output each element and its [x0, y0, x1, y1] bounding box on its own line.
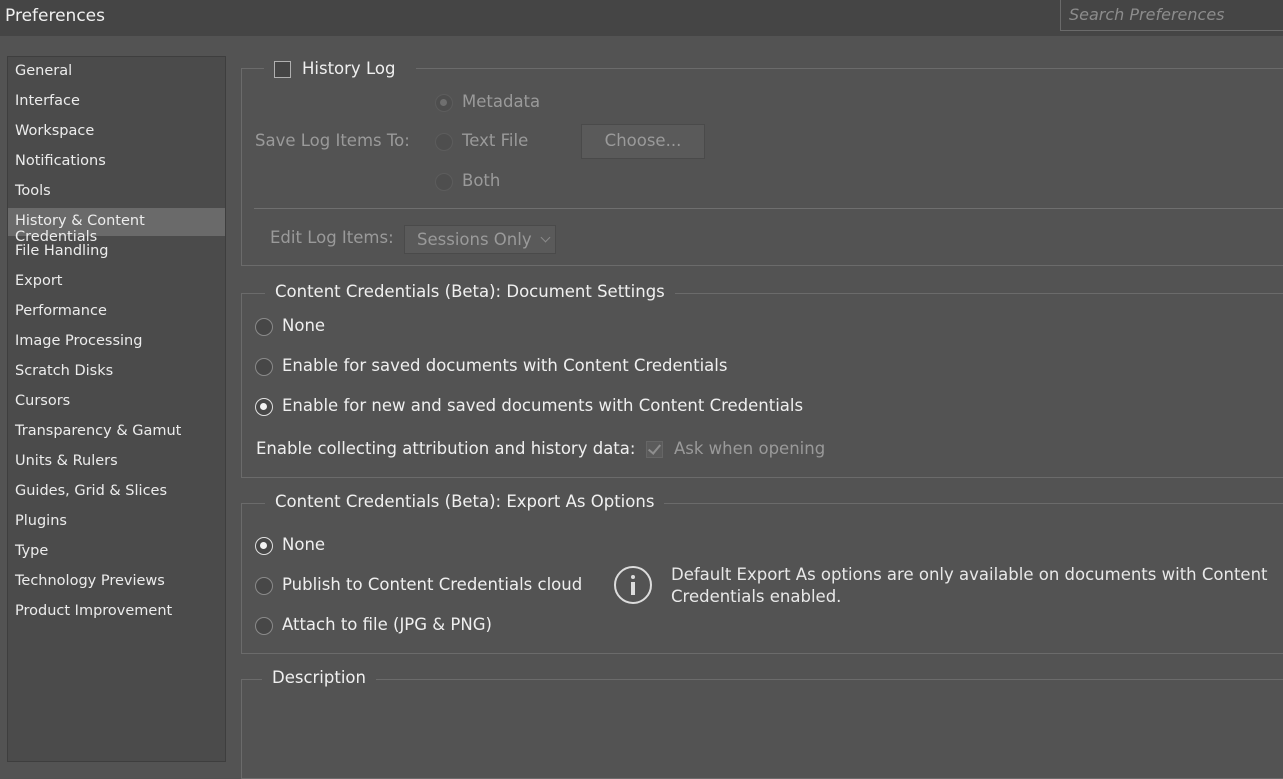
description-group [241, 679, 1283, 779]
sidebar-item-image-processing[interactable]: Image Processing [8, 328, 225, 356]
sidebar-item-performance[interactable]: Performance [8, 298, 225, 326]
export-info-line-1: Default Export As options are only avail… [671, 565, 1268, 584]
edit-log-items-value: Sessions Only [417, 230, 532, 249]
doc-none-radio[interactable] [255, 318, 273, 336]
sidebar-item-history-content-credentials[interactable]: History & Content Credentials [8, 208, 225, 245]
sidebar-item-plugins[interactable]: Plugins [8, 508, 225, 536]
sidebar: General Interface Workspace Notification… [7, 56, 226, 762]
sidebar-item-workspace[interactable]: Workspace [8, 118, 225, 146]
doc-none-label: None [282, 316, 326, 335]
sidebar-item-guides-grid-slices[interactable]: Guides, Grid & Slices [8, 478, 225, 506]
ask-when-opening-checkbox[interactable] [646, 441, 663, 458]
export-attach-file-radio[interactable] [255, 617, 273, 635]
history-log-checkbox[interactable] [274, 61, 291, 78]
text-file-radio[interactable] [435, 133, 453, 151]
choose-button[interactable]: Choose... [581, 124, 705, 159]
text-file-label: Text File [462, 131, 529, 150]
sidebar-item-cursors[interactable]: Cursors [8, 388, 225, 416]
ask-when-opening-label: Ask when opening [674, 439, 826, 458]
sidebar-item-tools[interactable]: Tools [8, 178, 225, 206]
export-options-legend: Content Credentials (Beta): Export As Op… [265, 492, 665, 511]
export-none-label: None [282, 535, 326, 554]
history-divider [254, 208, 1283, 209]
sidebar-item-transparency-gamut[interactable]: Transparency & Gamut [8, 418, 225, 446]
sidebar-item-product-improvement[interactable]: Product Improvement [8, 598, 225, 626]
metadata-radio[interactable] [435, 94, 453, 112]
sidebar-item-units-rulers[interactable]: Units & Rulers [8, 448, 225, 476]
description-legend: Description [262, 668, 376, 687]
export-info-text: Default Export As options are only avail… [671, 564, 1271, 608]
export-attach-file-label: Attach to file (JPG & PNG) [282, 615, 492, 634]
doc-enable-new-saved-radio[interactable] [255, 398, 273, 416]
sidebar-item-technology-previews[interactable]: Technology Previews [8, 568, 225, 596]
doc-enable-saved-radio[interactable] [255, 358, 273, 376]
search-input[interactable]: Search Preferences [1060, 0, 1283, 31]
sidebar-item-type[interactable]: Type [8, 538, 225, 566]
sidebar-item-scratch-disks[interactable]: Scratch Disks [8, 358, 225, 386]
export-publish-cloud-label: Publish to Content Credentials cloud [282, 575, 583, 594]
both-radio[interactable] [435, 173, 453, 191]
collect-attribution-label: Enable collecting attribution and histor… [256, 439, 636, 458]
both-label: Both [462, 171, 501, 190]
document-settings-legend: Content Credentials (Beta): Document Set… [265, 282, 675, 301]
export-info-line-2: Credentials enabled. [671, 587, 842, 606]
window-title: Preferences [5, 6, 105, 26]
save-log-items-label: Save Log Items To: [255, 131, 410, 150]
title-bar: Preferences Search Preferences [0, 0, 1283, 36]
sidebar-item-file-handling[interactable]: File Handling [8, 238, 225, 266]
sidebar-item-general[interactable]: General [8, 58, 225, 86]
sidebar-item-export[interactable]: Export [8, 268, 225, 296]
export-publish-cloud-radio[interactable] [255, 577, 273, 595]
sidebar-item-interface[interactable]: Interface [8, 88, 225, 116]
doc-enable-new-saved-label: Enable for new and saved documents with … [282, 396, 804, 415]
history-log-group [241, 68, 1283, 266]
history-log-label: History Log [302, 59, 396, 78]
sidebar-item-notifications[interactable]: Notifications [8, 148, 225, 176]
chevron-down-icon [540, 232, 551, 243]
doc-enable-saved-label: Enable for saved documents with Content … [282, 356, 728, 375]
info-icon [614, 566, 652, 604]
edit-log-items-select[interactable]: Sessions Only [404, 225, 556, 254]
export-none-radio[interactable] [255, 537, 273, 555]
edit-log-items-label: Edit Log Items: [270, 228, 394, 247]
metadata-label: Metadata [462, 92, 541, 111]
